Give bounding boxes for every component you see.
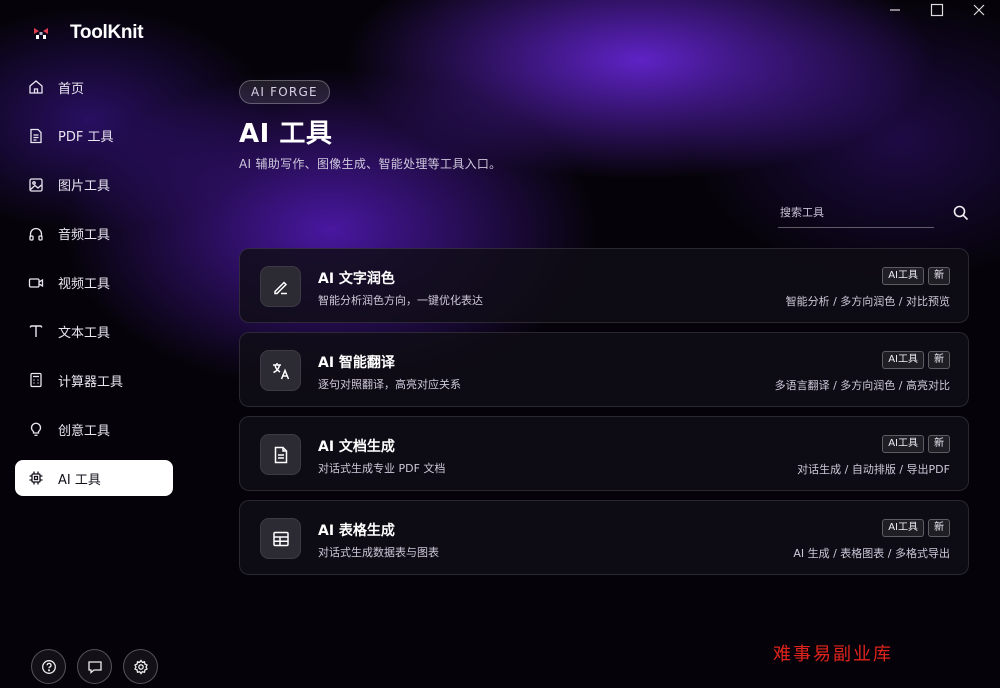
new-badge: 新 bbox=[928, 435, 950, 453]
card-title: AI 表格生成 bbox=[318, 523, 395, 539]
card-icon-container bbox=[260, 266, 301, 307]
table-icon bbox=[272, 531, 289, 546]
sidebar-bottom-actions bbox=[31, 649, 158, 684]
lightbulb-icon bbox=[30, 422, 42, 437]
sidebar-item-label: 首页 bbox=[58, 81, 85, 97]
tool-card-translate[interactable]: AI 智能翻译 逐句对照翻译，高亮对应关系 AI工具 新 多语言翻译 / 多方向… bbox=[239, 332, 969, 407]
chip-icon bbox=[29, 471, 43, 485]
sidebar-item-video[interactable]: 视频工具 bbox=[15, 265, 173, 301]
settings-button[interactable] bbox=[123, 649, 158, 684]
window-controls bbox=[874, 0, 1000, 20]
home-icon bbox=[29, 80, 43, 94]
document-icon bbox=[274, 446, 287, 463]
sidebar-item-image[interactable]: 图片工具 bbox=[15, 167, 173, 203]
maximize-button[interactable] bbox=[916, 0, 958, 20]
category-badge: AI工具 bbox=[882, 351, 924, 369]
card-badges: AI工具 新 bbox=[882, 435, 950, 453]
tool-card-document[interactable]: AI 文档生成 对话式生成专业 PDF 文档 AI工具 新 对话生成 / 自动排… bbox=[239, 416, 969, 491]
sidebar-item-audio[interactable]: 音频工具 bbox=[15, 216, 173, 252]
card-title: AI 文档生成 bbox=[318, 439, 395, 455]
sidebar-item-text[interactable]: 文本工具 bbox=[15, 313, 173, 349]
minimize-icon bbox=[890, 9, 900, 11]
category-badge: AI工具 bbox=[882, 519, 924, 537]
page-title: AI 工具 bbox=[239, 119, 333, 149]
search-input[interactable] bbox=[778, 198, 934, 228]
sidebar-item-creative[interactable]: 创意工具 bbox=[15, 411, 173, 447]
card-title: AI 智能翻译 bbox=[318, 355, 395, 371]
sidebar-item-label: 图片工具 bbox=[58, 179, 111, 195]
category-badge: AI工具 bbox=[882, 435, 924, 453]
sidebar-item-label: PDF 工具 bbox=[58, 130, 114, 146]
sidebar-item-ai[interactable]: AI 工具 bbox=[15, 460, 173, 497]
app-name: ToolKnit bbox=[70, 22, 144, 43]
feedback-button[interactable] bbox=[77, 649, 112, 684]
sidebar-item-label: 创意工具 bbox=[58, 423, 111, 439]
card-icon-container bbox=[260, 434, 301, 475]
sidebar-item-calculator[interactable]: 计算器工具 bbox=[15, 362, 173, 398]
card-icon-container bbox=[260, 350, 301, 391]
text-icon bbox=[29, 325, 43, 338]
tool-card-text-polish[interactable]: AI 文字润色 智能分析润色方向，一键优化表达 AI工具 新 智能分析 / 多方… bbox=[239, 248, 969, 323]
brand: ToolKnit bbox=[30, 22, 144, 44]
category-badge: AI工具 bbox=[882, 267, 924, 285]
headphones-icon bbox=[29, 227, 43, 241]
card-tags: AI 生成 / 表格图表 / 多格式导出 bbox=[793, 547, 950, 560]
image-icon bbox=[29, 178, 43, 192]
card-tags: 多语言翻译 / 多方向润色 / 高亮对比 bbox=[774, 379, 950, 392]
card-tags: 智能分析 / 多方向润色 / 对比预览 bbox=[785, 295, 950, 308]
close-button[interactable] bbox=[958, 0, 1000, 20]
main-content: AI FORGE AI 工具 AI 辅助写作、图像生成、智能处理等工具入口。 A… bbox=[239, 0, 969, 688]
minimize-button[interactable] bbox=[874, 0, 916, 20]
help-button[interactable] bbox=[31, 649, 66, 684]
video-icon bbox=[28, 277, 44, 288]
card-description: 逐句对照翻译，高亮对应关系 bbox=[318, 378, 461, 391]
translate-icon bbox=[272, 362, 289, 379]
app-logo-icon bbox=[30, 22, 52, 44]
card-badges: AI工具 新 bbox=[882, 267, 950, 285]
card-description: 智能分析润色方向，一键优化表达 bbox=[318, 294, 483, 307]
sidebar: ToolKnit 首页 PDF 工具 图片工具 音频工具 视频工具 文本工具 计… bbox=[0, 0, 188, 688]
new-badge: 新 bbox=[928, 351, 950, 369]
new-badge: 新 bbox=[928, 519, 950, 537]
section-pill: AI FORGE bbox=[239, 80, 330, 104]
tool-card-table[interactable]: AI 表格生成 对话式生成数据表与图表 AI工具 新 AI 生成 / 表格图表 … bbox=[239, 500, 969, 575]
pencil-icon bbox=[273, 280, 287, 294]
tool-card-list: AI 文字润色 智能分析润色方向，一键优化表达 AI工具 新 智能分析 / 多方… bbox=[239, 248, 969, 584]
card-title: AI 文字润色 bbox=[318, 271, 395, 287]
card-badges: AI工具 新 bbox=[882, 351, 950, 369]
close-icon bbox=[973, 4, 985, 16]
sidebar-item-label: 计算器工具 bbox=[58, 374, 124, 390]
sidebar-item-home[interactable]: 首页 bbox=[15, 69, 173, 105]
card-description: 对话式生成专业 PDF 文档 bbox=[318, 462, 446, 475]
card-description: 对话式生成数据表与图表 bbox=[318, 546, 439, 559]
sidebar-item-label: 音频工具 bbox=[58, 228, 111, 244]
new-badge: 新 bbox=[928, 267, 950, 285]
card-tags: 对话生成 / 自动排版 / 导出PDF bbox=[797, 463, 950, 476]
sidebar-item-label: AI 工具 bbox=[58, 472, 101, 488]
search-icon[interactable] bbox=[952, 204, 970, 222]
sidebar-nav: 首页 PDF 工具 图片工具 音频工具 视频工具 文本工具 计算器工具 创意工具… bbox=[15, 69, 173, 509]
settings-icon bbox=[133, 658, 148, 675]
chat-icon bbox=[87, 660, 102, 674]
sidebar-item-pdf[interactable]: PDF 工具 bbox=[15, 118, 173, 154]
sidebar-item-label: 文本工具 bbox=[58, 325, 111, 341]
card-badges: AI工具 新 bbox=[882, 519, 950, 537]
pdf-icon bbox=[30, 128, 42, 144]
calculator-icon bbox=[30, 373, 42, 388]
sidebar-item-label: 视频工具 bbox=[58, 277, 111, 293]
page-subtitle: AI 辅助写作、图像生成、智能处理等工具入口。 bbox=[239, 157, 502, 171]
watermark-text: 难事易副业库 bbox=[773, 644, 893, 665]
help-icon bbox=[41, 659, 56, 674]
search-bar bbox=[778, 198, 970, 228]
maximize-icon bbox=[930, 3, 944, 17]
card-icon-container bbox=[260, 518, 301, 559]
